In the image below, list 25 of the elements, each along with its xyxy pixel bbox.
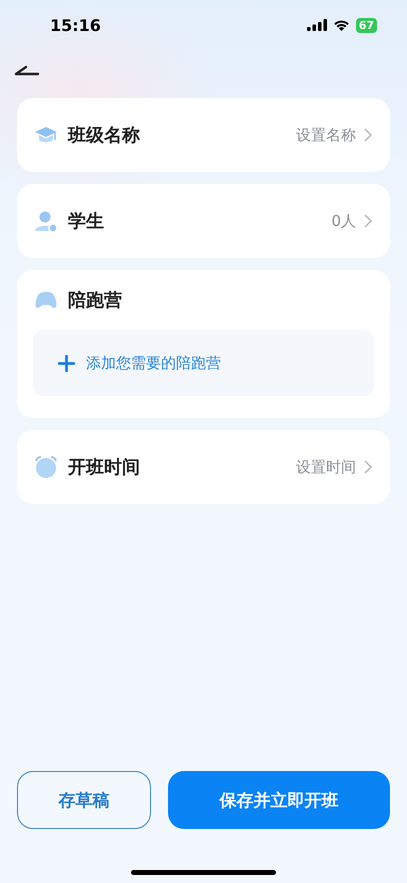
signal-icon xyxy=(306,19,327,31)
user-icon xyxy=(34,209,58,233)
plus-icon xyxy=(58,354,75,372)
add-camp-button[interactable]: 添加您需要的陪跑营 xyxy=(33,330,374,396)
row-label: 班级名称 xyxy=(68,124,140,147)
row-value: 设置时间 xyxy=(296,458,356,476)
chevron-right-icon xyxy=(364,128,372,142)
save-and-open-button[interactable]: 保存并立即开班 xyxy=(168,771,390,829)
settings-row[interactable]: 开班时间 设置时间 xyxy=(17,430,390,504)
chevron-right-icon xyxy=(364,460,372,474)
battery-indicator: 67 xyxy=(356,18,377,32)
settings-row[interactable]: 学生 0人 xyxy=(17,184,390,258)
settings-row[interactable]: 班级名称 设置名称 xyxy=(17,98,390,172)
row-label: 学生 xyxy=(68,210,104,233)
save-draft-button[interactable]: 存草稿 xyxy=(17,771,151,829)
alarm-clock-icon xyxy=(34,455,58,479)
row-value: 0人 xyxy=(331,212,356,230)
section-title: 陪跑营 xyxy=(68,289,122,312)
add-camp-text: 添加您需要的陪跑营 xyxy=(86,354,221,372)
row-label: 开班时间 xyxy=(68,456,140,479)
back-icon[interactable] xyxy=(14,64,40,76)
wifi-icon xyxy=(332,19,350,31)
row-value: 设置名称 xyxy=(296,126,356,144)
status-time: 15:16 xyxy=(50,16,101,34)
chevron-right-icon xyxy=(364,214,372,228)
